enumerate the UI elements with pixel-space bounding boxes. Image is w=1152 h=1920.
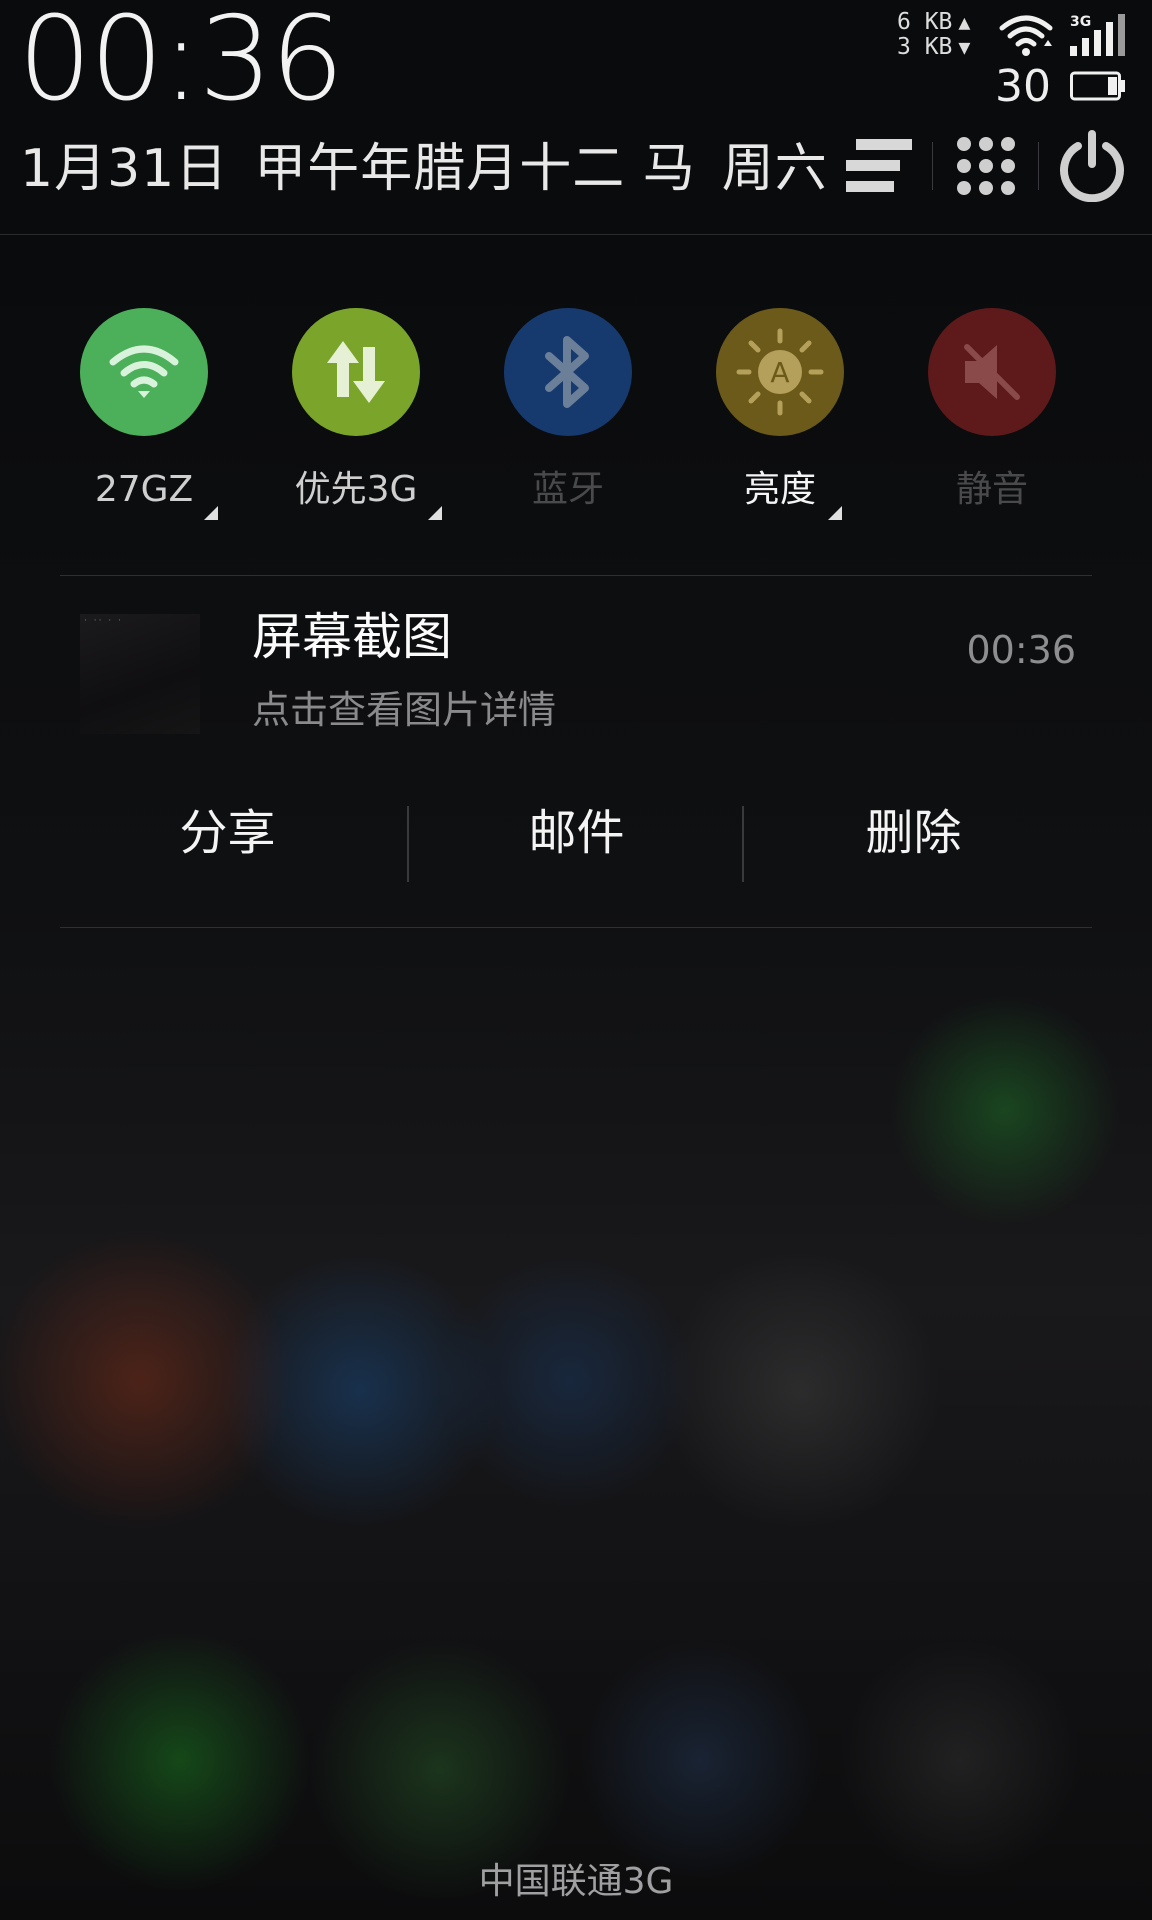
toggle-wifi[interactable]: 27GZ: [38, 300, 250, 530]
signal-3g-icon: 3G: [1070, 14, 1125, 56]
notification-time: 00:36: [966, 628, 1076, 672]
lunar-date: 甲午年腊月十二 马: [254, 139, 696, 199]
toggle-mute[interactable]: 静音: [886, 300, 1098, 530]
date: 1月31日: [20, 139, 229, 199]
power-button[interactable]: [1052, 130, 1132, 202]
carrier-label: 中国联通3G: [478, 1861, 674, 1902]
upload-speed: 6 KB: [897, 9, 953, 35]
battery-level: 30: [995, 61, 1051, 112]
notification-actions: 分享 邮件 删除: [60, 776, 1092, 882]
network-speed: 6 KB ▲ 3 KB ▼: [897, 10, 970, 60]
toggle-label: 静音: [955, 469, 1028, 510]
svg-text:A: A: [770, 356, 789, 389]
brightness-toggle-button[interactable]: A: [716, 308, 844, 436]
wifi-icon: [999, 15, 1053, 56]
header-divider: [1038, 142, 1039, 190]
app-grid-icon: [957, 137, 1015, 195]
upload-arrow-icon: ▲: [958, 10, 971, 34]
shade-header: 00:36 6 KB ▲ 3 KB ▼ 3G 30 1月31日 甲午年腊月十二 …: [0, 0, 1152, 235]
notification-subtitle: 点击查看图片详情: [252, 688, 557, 732]
dropdown-corner-icon: [828, 506, 842, 520]
app-grid-button[interactable]: [948, 130, 1024, 202]
network-type-label: 3G: [1070, 14, 1091, 30]
mute-icon: [964, 344, 1020, 400]
notification-title: 屏幕截图: [252, 608, 452, 666]
list-menu-button[interactable]: [840, 130, 916, 202]
download-speed: 3 KB: [897, 34, 953, 60]
toggle-label: 蓝牙: [531, 469, 604, 510]
download-arrow-icon: ▼: [958, 35, 971, 59]
weekday: 周六: [721, 139, 828, 199]
screenshot-thumbnail[interactable]: · ·· · ·: [80, 614, 200, 734]
toggle-mobile-data[interactable]: 优先3G: [250, 300, 462, 530]
wifi-toggle-button[interactable]: [80, 308, 208, 436]
mail-button[interactable]: 邮件: [409, 776, 744, 880]
data-toggle-button[interactable]: [292, 308, 420, 436]
divider: [60, 927, 1092, 928]
toggle-bluetooth[interactable]: 蓝牙: [462, 300, 674, 530]
toggle-label: 27GZ: [94, 469, 194, 510]
list-menu-icon: [846, 139, 912, 192]
bluetooth-toggle-button[interactable]: [504, 308, 632, 436]
action-divider: [742, 806, 744, 882]
delete-button[interactable]: 删除: [746, 776, 1081, 880]
data-transfer-icon: [327, 341, 385, 403]
power-icon: [1060, 130, 1124, 202]
header-divider: [932, 142, 933, 190]
screenshot-notification[interactable]: · ·· · · 屏幕截图 点击查看图片详情 00:36 分享 邮件 删除: [60, 576, 1092, 926]
thumbnail-texture-icon: · ·· · ·: [84, 616, 123, 626]
toggle-label: 亮度: [743, 469, 816, 510]
wifi-icon: [109, 345, 179, 398]
clock: 00:36: [18, 0, 344, 127]
dropdown-corner-icon: [204, 506, 218, 520]
date-line: 1月31日 甲午年腊月十二 马周六: [20, 138, 854, 200]
brightness-auto-icon: A: [736, 328, 824, 416]
dropdown-corner-icon: [428, 506, 442, 520]
mute-toggle-button[interactable]: [928, 308, 1056, 436]
share-button[interactable]: 分享: [60, 776, 395, 880]
toggle-brightness[interactable]: A 亮度: [674, 300, 886, 530]
bluetooth-icon: [545, 336, 589, 408]
battery-icon: [1070, 71, 1125, 101]
quick-settings: 27GZ 优先3G 蓝牙 A 亮度 静音: [0, 300, 1152, 530]
notification-shade: 00:36 6 KB ▲ 3 KB ▼ 3G 30 1月31日 甲午年腊月十二 …: [0, 0, 1152, 1920]
